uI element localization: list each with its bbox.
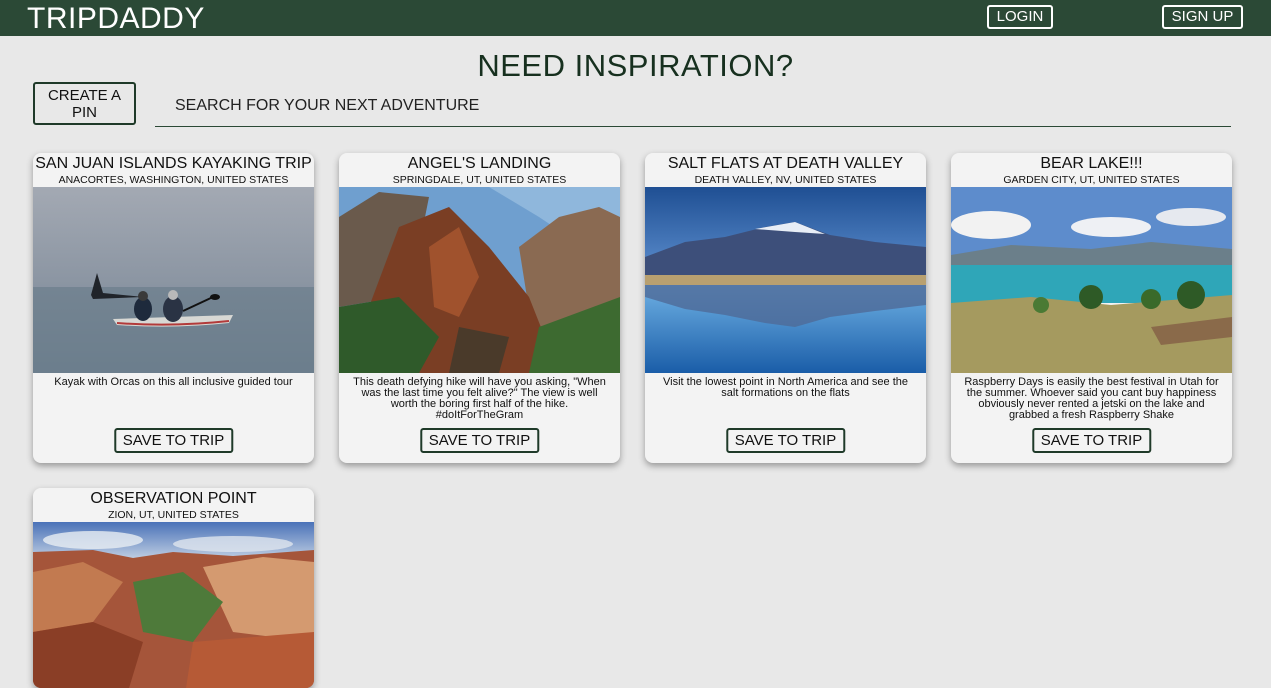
signup-button[interactable]: SIGN UP bbox=[1162, 5, 1243, 29]
save-to-trip-button[interactable]: SAVE TO TRIP bbox=[725, 428, 846, 453]
page-title: NEED INSPIRATION? bbox=[477, 48, 794, 83]
card-description: This death defying hike will have you as… bbox=[353, 376, 606, 421]
card-photo bbox=[33, 187, 314, 373]
trip-card: SALT FLATS AT DEATH VALLEY DEATH VALLEY,… bbox=[645, 153, 926, 463]
card-title: BEAR LAKE!!! bbox=[1040, 155, 1143, 172]
card-location: DEATH VALLEY, NV, UNITED STATES bbox=[694, 174, 877, 186]
save-to-trip-button[interactable]: SAVE TO TRIP bbox=[113, 428, 234, 453]
card-location: GARDEN CITY, UT, UNITED STATES bbox=[1003, 174, 1180, 186]
card-photo bbox=[951, 187, 1232, 373]
create-pin-button[interactable]: CREATE A PIN bbox=[33, 82, 136, 125]
trip-card: ANGEL'S LANDING SPRINGDALE, UT, UNITED S… bbox=[339, 153, 620, 463]
login-button[interactable]: LOGIN bbox=[987, 5, 1053, 29]
card-photo bbox=[339, 187, 620, 373]
save-to-trip-button[interactable]: SAVE TO TRIP bbox=[1031, 428, 1152, 453]
card-title: ANGEL'S LANDING bbox=[407, 155, 552, 172]
trip-card: SAN JUAN ISLANDS KAYAKING TRIP ANACORTES… bbox=[33, 153, 314, 463]
card-title: OBSERVATION POINT bbox=[90, 490, 257, 507]
card-description: Kayak with Orcas on this all inclusive g… bbox=[54, 376, 293, 388]
card-title: SAN JUAN ISLANDS KAYAKING TRIP bbox=[35, 155, 312, 172]
card-description: Raspberry Days is easily the best festiv… bbox=[964, 376, 1219, 421]
card-photo bbox=[645, 187, 926, 373]
card-photo bbox=[33, 522, 314, 688]
trip-card: BEAR LAKE!!! GARDEN CITY, UT, UNITED STA… bbox=[951, 153, 1232, 463]
card-location: SPRINGDALE, UT, UNITED STATES bbox=[392, 174, 567, 186]
brand-logo[interactable]: TRIPDADDY bbox=[27, 2, 205, 36]
navbar: TRIPDADDY LOGIN SIGN UP bbox=[0, 0, 1271, 36]
card-location: ZION, UT, UNITED STATES bbox=[108, 509, 239, 521]
search-input[interactable] bbox=[155, 92, 1231, 127]
card-title: SALT FLATS AT DEATH VALLEY bbox=[667, 155, 904, 172]
card-location: ANACORTES, WASHINGTON, UNITED STATES bbox=[58, 174, 289, 186]
save-to-trip-button[interactable]: SAVE TO TRIP bbox=[419, 428, 540, 453]
card-description: Visit the lowest point in North America … bbox=[663, 376, 908, 399]
trip-card: OBSERVATION POINT ZION, UT, UNITED STATE… bbox=[33, 488, 314, 688]
